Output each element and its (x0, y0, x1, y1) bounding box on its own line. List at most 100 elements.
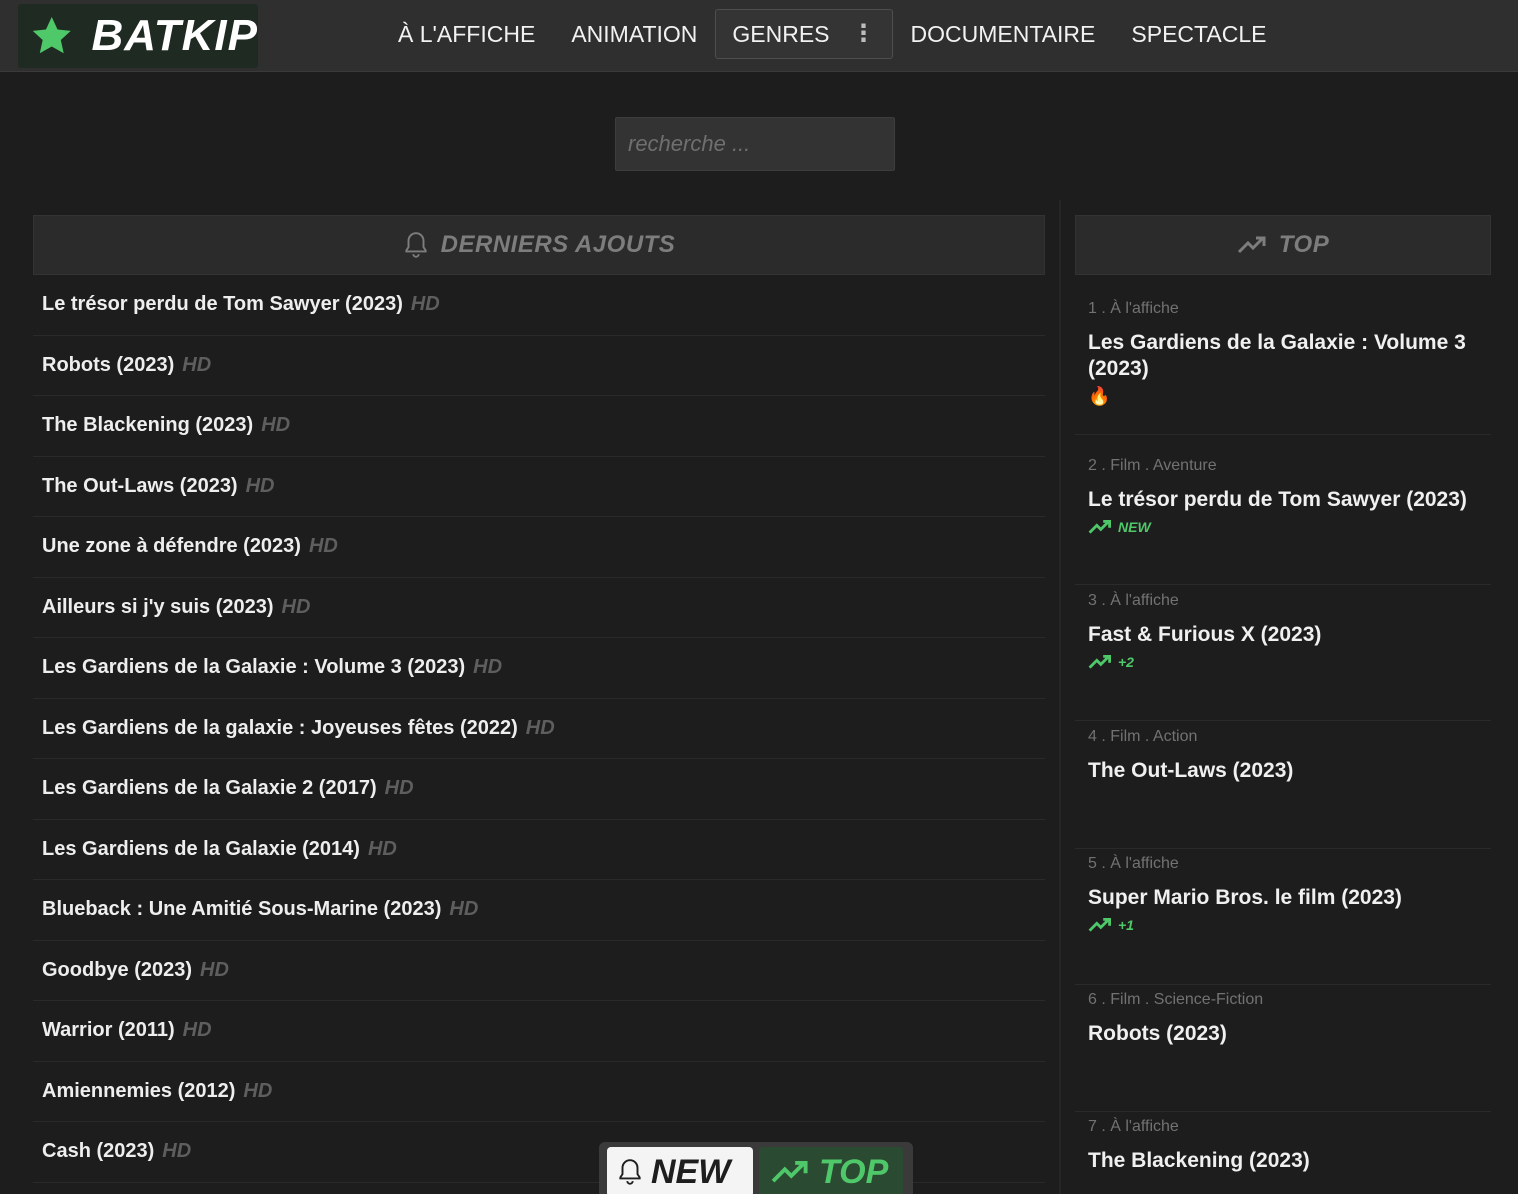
bell-icon (619, 1159, 641, 1185)
top-toggle-label: TOP (819, 1152, 889, 1191)
nav-spectacle[interactable]: SPECTACLE (1113, 9, 1284, 59)
new-toggle-label: NEW (651, 1152, 731, 1191)
fire-icon: 🔥 (1088, 386, 1111, 406)
top-title: TOP (1278, 231, 1330, 258)
trend-indicator: +2 (1088, 654, 1491, 670)
floating-toggle-bar: NEW TOP (599, 1142, 913, 1194)
latest-item-title: Les Gardiens de la Galaxie (2014) (42, 837, 360, 860)
top-item-title[interactable]: Super Mario Bros. le film (2023) (1088, 885, 1491, 911)
trend-label: NEW (1118, 519, 1151, 535)
latest-item-title: Ailleurs si j'y suis (2023) (42, 595, 274, 618)
nav-animation[interactable]: ANIMATION (553, 9, 715, 59)
quality-badge: HD (384, 777, 414, 800)
latest-item-title: Goodbye (2023) (42, 958, 193, 981)
trending-up-icon (1237, 236, 1266, 254)
latest-item[interactable]: The Blackening (2023) HD (33, 396, 1045, 457)
top-item-title[interactable]: The Blackening (2023) (1088, 1148, 1491, 1174)
latest-item-title: Les Gardiens de la galaxie : Joyeuses fê… (42, 716, 518, 739)
top-item-meta: 5 . À l'affiche (1088, 855, 1179, 872)
quality-badge: HD (473, 656, 503, 679)
quality-badge: HD (243, 1079, 273, 1102)
trending-up-icon (771, 1160, 808, 1183)
latest-item[interactable]: Warrior (2011) HD (33, 1001, 1045, 1062)
top-item-meta: 7 . À l'affiche (1088, 1118, 1179, 1135)
kebab-icon: ⋮ (851, 20, 876, 47)
quality-badge: HD (367, 837, 397, 860)
latest-item[interactable]: Le trésor perdu de Tom Sawyer (2023) HD (33, 275, 1045, 336)
latest-item-title: Cash (2023) (42, 1140, 155, 1163)
trend-label: +1 (1118, 917, 1134, 933)
brand-name: BATKIP (91, 11, 258, 60)
latest-header: DERNIERS AJOUTS (33, 215, 1045, 275)
quality-badge: HD (245, 474, 275, 497)
quality-badge: HD (182, 353, 212, 376)
latest-item-title: Une zone à défendre (2023) (42, 535, 301, 558)
top-panel: TOP 1 . À l'affiche Les Gardiens de la Ga… (1075, 215, 1491, 1194)
latest-additions-panel: DERNIERS AJOUTS Le trésor perdu de Tom S… (33, 215, 1045, 1194)
top-item[interactable]: 7 . À l'affiche The Blackening (2023) (1075, 1118, 1491, 1194)
trending-up-icon (1088, 520, 1111, 534)
top-item-title[interactable]: Le trésor perdu de Tom Sawyer (2023) (1088, 487, 1491, 513)
quality-badge: HD (410, 293, 440, 316)
latest-item[interactable]: Les Gardiens de la galaxie : Joyeuses fê… (33, 699, 1045, 759)
top-item[interactable]: 4 . Film . Action The Out-Laws (2023) (1075, 728, 1491, 849)
quality-badge: HD (182, 1019, 212, 1042)
trend-label: +2 (1118, 654, 1134, 670)
latest-item-title: Amiennemies (2012) (42, 1079, 236, 1102)
top-item[interactable]: 2 . Film . Aventure Le trésor perdu de To… (1075, 457, 1491, 585)
quality-badge: HD (200, 958, 229, 981)
quality-badge: HD (449, 898, 479, 921)
quality-badge: HD (162, 1140, 192, 1163)
top-item-title[interactable]: The Out-Laws (2023) (1088, 758, 1491, 784)
top-item-meta: 2 . Film . Aventure (1088, 457, 1217, 474)
latest-item[interactable]: Ailleurs si j'y suis (2023) HD (33, 578, 1045, 638)
latest-item-title: The Blackening (2023) (42, 414, 254, 437)
nav-genres-dropdown[interactable]: GENRES ⋮ (715, 9, 893, 59)
top-item-title[interactable]: Robots (2023) (1088, 1021, 1491, 1047)
top-item-meta: 4 . Film . Action (1088, 728, 1198, 745)
latest-list: Le trésor perdu de Tom Sawyer (2023) HD Ro… (33, 275, 1045, 1183)
latest-item[interactable]: Goodbye (2023) HD (33, 941, 1045, 1001)
latest-item[interactable]: Robots (2023) HD (33, 336, 1045, 396)
new-toggle-button[interactable]: NEW (607, 1147, 753, 1194)
top-header: TOP (1075, 215, 1491, 275)
latest-item-title: Le trésor perdu de Tom Sawyer (2023) (42, 293, 403, 316)
latest-item[interactable]: Amiennemies (2012) HD (33, 1062, 1045, 1122)
site-logo[interactable]: BATKIP (18, 4, 258, 68)
latest-item-title: Warrior (2011) (42, 1019, 175, 1042)
trending-up-icon (1088, 918, 1111, 932)
latest-item-title: Blueback : Une Amitié Sous-Marine (2023) (42, 898, 442, 921)
trend-indicator: +1 (1088, 917, 1491, 933)
latest-item-title: Robots (2023) (42, 353, 175, 376)
latest-item-title: Les Gardiens de la Galaxie 2 (2017) (42, 777, 377, 800)
trend-indicator: NEW (1088, 519, 1491, 535)
top-item-title[interactable]: Les Gardiens de la Galaxie : Volume 3 (2… (1088, 330, 1491, 382)
column-divider (1059, 200, 1061, 1194)
quality-badge: HD (261, 414, 291, 437)
trending-up-icon (1088, 655, 1111, 669)
latest-item[interactable]: Blueback : Une Amitié Sous-Marine (2023)… (33, 880, 1045, 941)
latest-item-title: The Out-Laws (2023) (42, 474, 238, 497)
top-item[interactable]: 6 . Film . Science-Fiction Robots (2023) (1075, 991, 1491, 1112)
latest-item[interactable]: Les Gardiens de la Galaxie (2014) HD (33, 820, 1045, 880)
top-item-title[interactable]: Fast & Furious X (2023) (1088, 622, 1491, 648)
search-input[interactable] (615, 117, 895, 171)
nav-documentaire[interactable]: DOCUMENTAIRE (893, 9, 1114, 59)
top-navbar: BATKIP À L'AFFICHE ANIMATION GENRES ⋮ DO… (0, 0, 1518, 72)
quality-badge: HD (525, 716, 555, 739)
top-item-meta: 6 . Film . Science-Fiction (1088, 991, 1264, 1008)
top-item-meta: 1 . À l'affiche (1088, 300, 1179, 317)
top-item[interactable]: 1 . À l'affiche Les Gardiens de la Galaxi… (1075, 300, 1491, 435)
top-item[interactable]: 5 . À l'affiche Super Mario Bros. le film… (1075, 855, 1491, 985)
bell-icon (405, 232, 427, 258)
latest-title: DERNIERS AJOUTS (440, 231, 676, 258)
latest-item[interactable]: Une zone à défendre (2023) HD (33, 517, 1045, 578)
quality-badge: HD (281, 595, 311, 618)
top-toggle-button[interactable]: TOP (759, 1147, 903, 1194)
nav-a-l-affiche[interactable]: À L'AFFICHE (380, 9, 553, 59)
latest-item[interactable]: Les Gardiens de la Galaxie : Volume 3 (2… (33, 638, 1045, 699)
latest-item[interactable]: Les Gardiens de la Galaxie 2 (2017) HD (33, 759, 1045, 820)
main-nav: À L'AFFICHE ANIMATION GENRES ⋮ DOCUMENTA… (380, 8, 1284, 60)
latest-item[interactable]: The Out-Laws (2023) HD (33, 457, 1045, 517)
top-item[interactable]: 3 . À l'affiche Fast & Furious X (2023) +2 (1075, 592, 1491, 721)
